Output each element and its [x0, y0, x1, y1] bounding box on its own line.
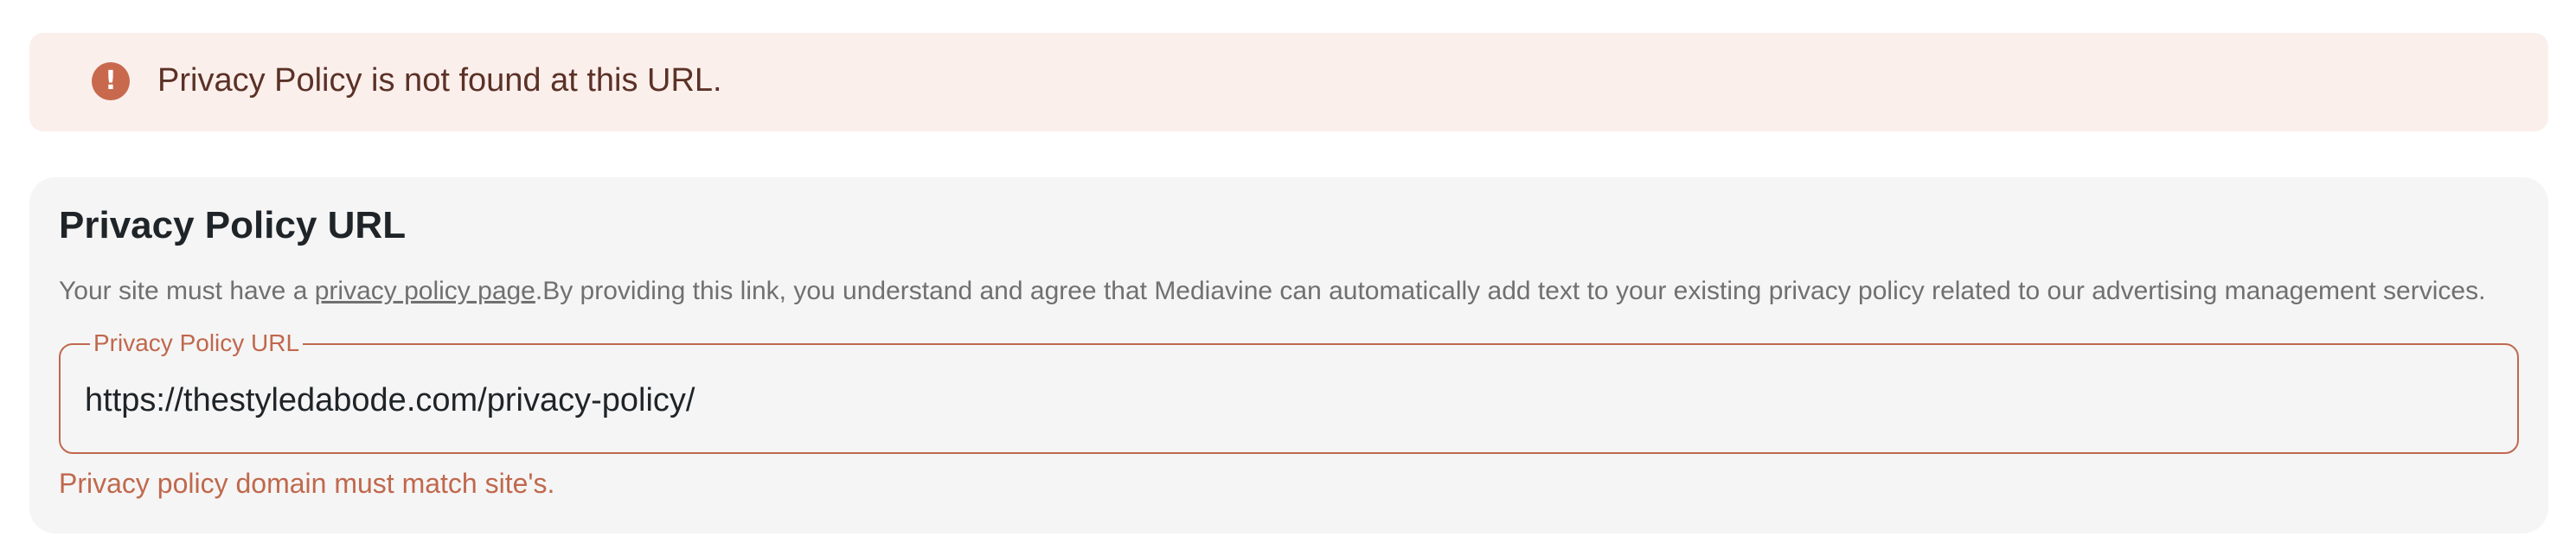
exclamation-circle-icon: ! [92, 62, 130, 100]
description-prefix: Your site must have a [59, 277, 315, 305]
description-suffix: .By providing this link, you understand … [535, 277, 2486, 305]
section-description: Your site must have a privacy policy pag… [59, 274, 2485, 309]
privacy-policy-url-label: Privacy Policy URL [90, 328, 304, 359]
alert-message: Privacy Policy is not found at this URL. [157, 62, 722, 99]
privacy-policy-card: Privacy Policy URL Your site must have a… [29, 177, 2548, 533]
error-alert: ! Privacy Policy is not found at this UR… [29, 33, 2548, 131]
privacy-policy-page-link[interactable]: privacy policy page [315, 277, 535, 305]
section-title: Privacy Policy URL [59, 204, 407, 246]
field-error-message: Privacy policy domain must match site's. [59, 468, 555, 499]
privacy-policy-url-field[interactable]: Privacy Policy URL [59, 328, 2519, 454]
privacy-policy-url-input[interactable] [85, 376, 2489, 425]
